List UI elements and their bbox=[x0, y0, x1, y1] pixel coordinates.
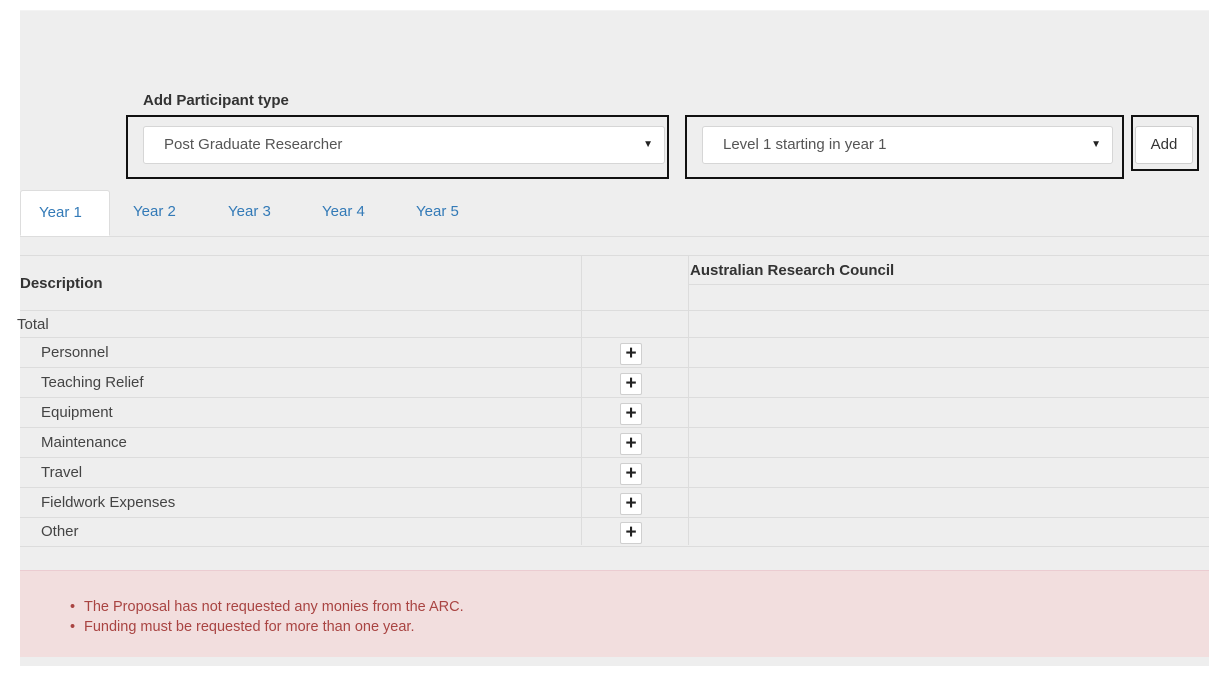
total-label: Total bbox=[17, 316, 49, 333]
caret-down-icon: ▼ bbox=[643, 139, 653, 150]
table-row-total: Total bbox=[17, 310, 1209, 338]
bullet-icon: • bbox=[70, 599, 76, 615]
plus-icon[interactable]: + bbox=[620, 373, 642, 395]
funder-header: Australian Research Council bbox=[690, 262, 895, 279]
level-value: Level 1 starting in year 1 bbox=[723, 136, 887, 153]
caret-down-icon: ▼ bbox=[1091, 139, 1101, 150]
participant-type-select[interactable]: Post Graduate Researcher ▼ bbox=[143, 126, 665, 164]
table-row: Fieldwork Expenses + bbox=[20, 487, 1209, 518]
plus-icon[interactable]: + bbox=[620, 493, 642, 515]
plus-icon[interactable]: + bbox=[620, 403, 642, 425]
table-row: Teaching Relief + bbox=[20, 367, 1209, 398]
alert-list: • The Proposal has not requested any moni… bbox=[70, 597, 464, 637]
tab-year-3[interactable]: Year 3 bbox=[228, 190, 271, 236]
level-select[interactable]: Level 1 starting in year 1 ▼ bbox=[702, 126, 1113, 164]
plus-icon[interactable]: + bbox=[620, 433, 642, 455]
tab-year-4[interactable]: Year 4 bbox=[322, 190, 365, 236]
row-label-teaching-relief: Teaching Relief bbox=[41, 374, 144, 391]
plus-icon[interactable]: + bbox=[620, 343, 642, 365]
table-row: Equipment + bbox=[20, 397, 1209, 428]
tab-year-5[interactable]: Year 5 bbox=[416, 190, 459, 236]
participant-type-value: Post Graduate Researcher bbox=[164, 136, 343, 153]
bullet-icon: • bbox=[70, 619, 76, 635]
table-row: Maintenance + bbox=[20, 427, 1209, 458]
table-row: Personnel + bbox=[20, 337, 1209, 368]
plus-icon[interactable]: + bbox=[620, 463, 642, 485]
header-row: Description Australian Research Council bbox=[20, 255, 1209, 311]
funder-header-underline bbox=[689, 284, 1209, 285]
year-tabs: Year 1 Year 2 Year 3 Year 4 Year 5 bbox=[20, 190, 1209, 237]
validation-alert: • The Proposal has not requested any moni… bbox=[20, 570, 1209, 657]
row-label-travel: Travel bbox=[41, 464, 83, 481]
add-participant-button[interactable]: Add bbox=[1135, 126, 1193, 164]
row-label-maintenance: Maintenance bbox=[41, 434, 127, 451]
tab-year-2[interactable]: Year 2 bbox=[133, 190, 176, 236]
row-label-fieldwork-expenses: Fieldwork Expenses bbox=[41, 494, 176, 511]
tab-year-1[interactable]: Year 1 bbox=[20, 190, 110, 236]
plus-icon[interactable]: + bbox=[620, 522, 642, 544]
row-label-personnel: Personnel bbox=[41, 344, 109, 361]
row-label-other: Other bbox=[41, 523, 79, 540]
alert-item: • The Proposal has not requested any moni… bbox=[70, 599, 464, 615]
description-header: Description bbox=[20, 275, 103, 292]
table-row: Travel + bbox=[20, 457, 1209, 488]
participant-type-label: Add Participant type bbox=[143, 92, 289, 109]
alert-item: • Funding must be requested for more than… bbox=[70, 619, 415, 635]
table-row: Other + bbox=[20, 517, 1209, 547]
row-label-equipment: Equipment bbox=[41, 404, 113, 421]
